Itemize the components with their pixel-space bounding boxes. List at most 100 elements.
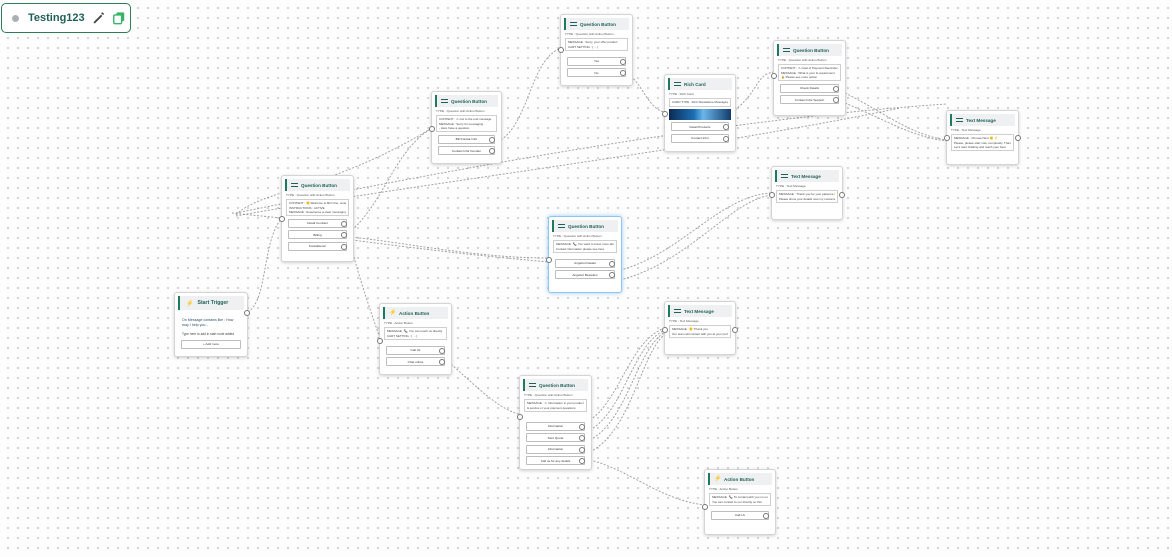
option-port[interactable]	[439, 359, 445, 366]
input-port[interactable]	[769, 192, 775, 198]
pencil-icon[interactable]	[92, 11, 106, 25]
option-button[interactable]: No	[567, 68, 626, 78]
start-trigger-node[interactable]: ⚡ Start Trigger On Message contains like…	[174, 292, 250, 357]
option-label: Chat online	[407, 359, 424, 364]
option-button[interactable]: Information	[526, 444, 585, 454]
question-button-icon	[570, 22, 577, 26]
content-row: CART SETTING : [ ... ]	[568, 44, 599, 49]
option-button[interactable]: Detail Contract	[288, 218, 347, 228]
option-port[interactable]	[763, 512, 769, 519]
option-button[interactable]: Yes	[567, 56, 626, 66]
input-port[interactable]	[944, 135, 950, 141]
option-label: Call Us	[410, 348, 421, 353]
flow-name[interactable]: Testing123	[28, 12, 85, 24]
input-port[interactable]	[377, 338, 383, 344]
input-port[interactable]	[429, 126, 435, 132]
text-message-node-3[interactable]: Text Message TYPE : Text Message MESSAGE…	[662, 301, 738, 355]
question-button-node-1[interactable]: Question Button TYPE : Question with Act…	[429, 91, 502, 164]
add-more-button[interactable]: + Add more	[181, 339, 241, 349]
option-port[interactable]	[341, 232, 347, 239]
node-title: Question Button	[539, 382, 575, 388]
question-button-node-3[interactable]: Question Button TYPE : Question with Act…	[771, 40, 846, 116]
question-button-node-4[interactable]: Question Button TYPE : Question with Act…	[517, 375, 592, 470]
option-button[interactable]: Chat online	[386, 357, 445, 367]
input-port[interactable]	[279, 216, 285, 222]
option-port[interactable]	[579, 423, 585, 430]
option-port[interactable]	[579, 446, 585, 453]
option-port[interactable]	[833, 85, 839, 92]
option-label: No	[594, 70, 599, 75]
copy-icon[interactable]	[112, 11, 126, 25]
option-port[interactable]	[620, 70, 626, 77]
option-port[interactable]	[489, 148, 495, 155]
option-button[interactable]: Billing	[288, 230, 347, 240]
option-port[interactable]	[723, 135, 729, 142]
option-button[interactable]: Sent Quote	[526, 433, 585, 443]
option-button[interactable]: Call Us	[386, 345, 445, 355]
content-row: MESSAGE : ⚠ Information in your product …	[527, 401, 584, 410]
option-button[interactable]: Kontaktieren	[288, 241, 347, 251]
option-button[interactable]: Angebot Details	[555, 258, 615, 268]
node-content: CONTENT : 🙂 Welcome to Bot One, understa…	[286, 199, 349, 217]
option-button[interactable]: Information	[526, 421, 585, 431]
action-button-node-1[interactable]: ⚡ Action Button TYPE : Action Button MESS…	[377, 303, 452, 375]
option-port[interactable]	[609, 272, 615, 279]
option-label: Contact Infor Support	[794, 97, 825, 102]
node-header: ⚡ Start Trigger	[178, 296, 244, 310]
input-port[interactable]	[702, 504, 708, 510]
option-button[interactable]: Contact Infor	[671, 133, 729, 143]
option-label: Contact Infor Kunden	[451, 148, 482, 153]
option-button[interactable]: Contact Infor Kunden	[438, 146, 495, 156]
node-header: Question Button	[435, 95, 498, 107]
rich-card-node[interactable]: Rich Card TYPE : Rich Card CARD TYPE : R…	[662, 74, 736, 152]
text-message-node-1[interactable]: Text Message TYPE : Text Message MESSAGE…	[944, 110, 1021, 165]
node-title: Question Button	[580, 21, 616, 27]
input-port[interactable]	[662, 111, 668, 117]
edge-qbmain-qbtop1	[351, 127, 433, 231]
option-port[interactable]	[833, 97, 839, 104]
option-port[interactable]	[439, 347, 445, 354]
text-message-node-2[interactable]: Text Message TYPE : Text Message MESSAGE…	[769, 166, 845, 220]
option-port[interactable]	[579, 435, 585, 442]
edge-abmid-qblow	[450, 363, 523, 416]
node-content: CONTENT : ⚠ Goal of Payment Reminder MES…	[778, 64, 841, 82]
node-title: Action Button	[399, 310, 430, 316]
option-port[interactable]	[341, 243, 347, 250]
option-button[interactable]: Check Details	[780, 83, 839, 93]
question-button-node-selected[interactable]: Question Button TYPE : Question with Act…	[546, 216, 622, 293]
question-button-icon	[558, 224, 565, 228]
option-button[interactable]: Call us for any details	[526, 456, 585, 466]
card-image	[669, 108, 731, 120]
output-port[interactable]	[1015, 135, 1021, 141]
input-port[interactable]	[558, 47, 564, 53]
input-port[interactable]	[771, 73, 777, 79]
option-label: Billing	[313, 232, 322, 237]
option-port[interactable]	[609, 260, 615, 267]
option-port[interactable]	[579, 458, 585, 465]
output-port[interactable]	[839, 192, 845, 198]
input-port[interactable]	[662, 327, 668, 333]
input-port[interactable]	[517, 414, 523, 420]
option-port[interactable]	[489, 136, 495, 143]
input-port[interactable]	[546, 257, 552, 263]
option-button[interactable]: Angebot Bestellen	[555, 270, 615, 280]
node-header: Question Button	[777, 44, 842, 56]
node-content: MESSAGE : 📞 To contact with you on our a…	[709, 493, 771, 506]
question-button-node-main[interactable]: Question Button TYPE : Question with Act…	[279, 175, 354, 262]
option-button[interactable]: Detail Products	[671, 122, 729, 131]
option-button[interactable]: Call Us	[711, 510, 769, 520]
content-row: MESSAGE : 📞 You can reach us directly	[387, 329, 443, 334]
node-type: TYPE : Text Message	[776, 184, 806, 188]
content-row: CONTENT : ⚠ Cut to the end message	[439, 117, 492, 122]
question-button-node-2[interactable]: Question Button TYPE : Question with Act…	[558, 14, 633, 86]
option-button[interactable]: Bill Kontak Infor	[438, 134, 495, 144]
option-port[interactable]	[620, 58, 626, 65]
output-port[interactable]	[732, 327, 738, 333]
question-button-icon	[441, 99, 448, 103]
output-port[interactable]	[244, 310, 250, 316]
action-button-node-2[interactable]: ⚡ Action Button TYPE : Action Button MESS…	[702, 469, 776, 535]
option-button[interactable]: Contact Infor Support	[780, 95, 839, 105]
option-port[interactable]	[341, 220, 347, 227]
edge-qbtop1-qbtop2	[500, 47, 562, 141]
option-port[interactable]	[723, 124, 729, 130]
